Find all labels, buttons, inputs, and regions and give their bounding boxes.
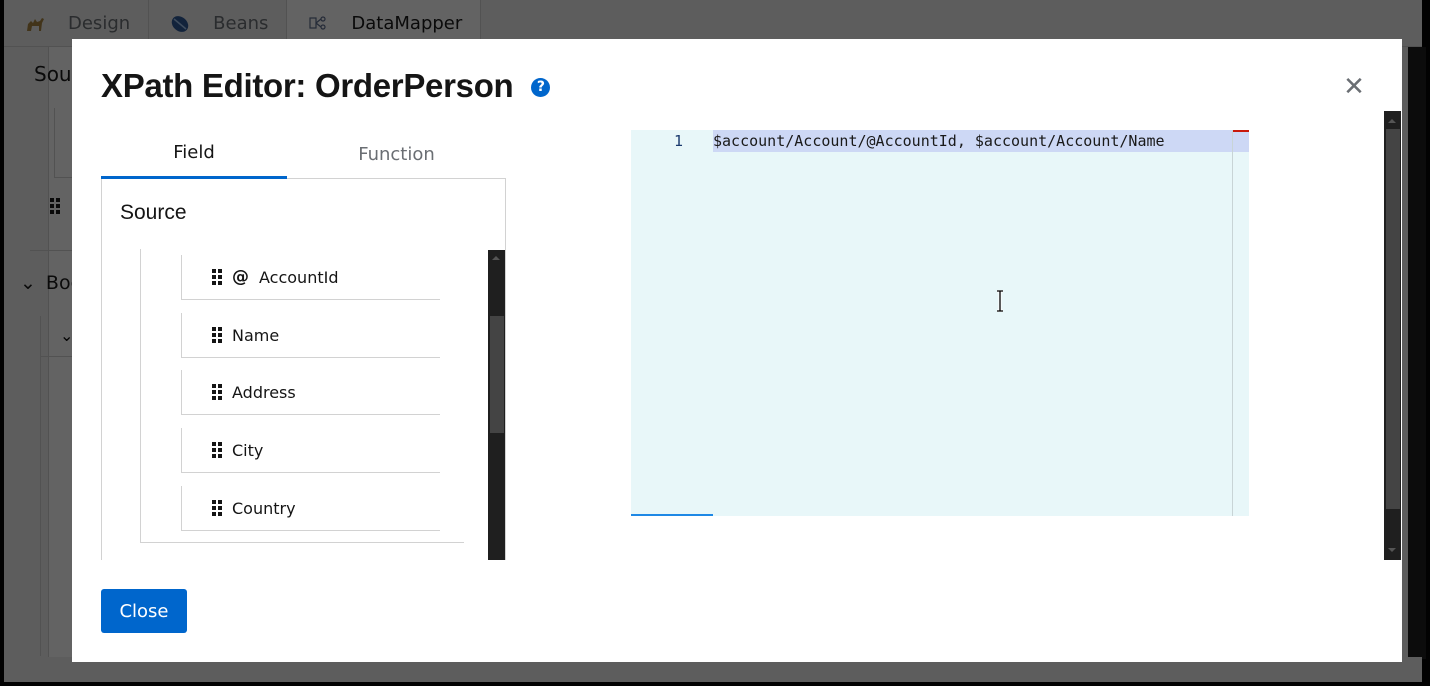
- help-icon[interactable]: ?: [531, 77, 551, 97]
- field-label: Country: [232, 498, 296, 518]
- scrollbar-thumb[interactable]: [490, 316, 504, 433]
- line-number: 1: [673, 132, 683, 150]
- tab-field[interactable]: Field: [101, 129, 287, 179]
- scrollbar-thumb[interactable]: [1386, 129, 1400, 509]
- grip-icon: [212, 500, 222, 516]
- scroll-up-icon[interactable]: [1388, 119, 1396, 123]
- source-field-address[interactable]: Address: [181, 370, 440, 415]
- scroll-down-icon[interactable]: [1388, 548, 1396, 552]
- source-field-accountid[interactable]: @ AccountId: [181, 255, 440, 300]
- close-icon[interactable]: ✕: [1342, 72, 1366, 102]
- xpath-editor-modal: XPath Editor: OrderPerson ? ✕ Field Func…: [72, 39, 1402, 662]
- modal-title: XPath Editor: OrderPerson: [101, 67, 514, 104]
- field-label: Address: [232, 382, 296, 402]
- grip-icon: [212, 442, 222, 458]
- source-panel: Source @ AccountId Name Address City Cou…: [101, 179, 506, 560]
- field-label: AccountId: [259, 267, 339, 287]
- tab-function[interactable]: Function: [287, 129, 506, 179]
- field-label: Name: [232, 325, 280, 345]
- modal-scrollbar[interactable]: [1384, 111, 1401, 560]
- source-field-country[interactable]: Country: [181, 486, 440, 531]
- source-field-city[interactable]: City: [181, 428, 440, 473]
- scroll-up-icon[interactable]: [492, 256, 500, 260]
- source-scrollbar[interactable]: [488, 250, 505, 560]
- source-title: Source: [120, 201, 187, 224]
- source-field-name[interactable]: Name: [181, 313, 440, 358]
- code-line[interactable]: $account/Account/@AccountId, $account/Ac…: [713, 130, 1233, 152]
- line-highlight: [1233, 130, 1249, 152]
- field-label: City: [232, 440, 264, 460]
- source-tree: @ AccountId Name Address City Country: [140, 249, 464, 543]
- focus-indicator: [631, 514, 713, 516]
- grip-icon: [212, 327, 222, 343]
- attribute-icon: @: [232, 267, 249, 287]
- grip-icon: [212, 384, 222, 400]
- error-marker: [1233, 130, 1249, 132]
- close-button[interactable]: Close: [101, 589, 187, 633]
- grip-icon: [212, 269, 222, 285]
- xpath-code-editor[interactable]: 1 $account/Account/@AccountId, $account/…: [631, 130, 1249, 516]
- modal-header: XPath Editor: OrderPerson ?: [101, 67, 551, 105]
- text-cursor-icon: [997, 290, 1003, 312]
- editor-tabs: Field Function: [101, 129, 506, 179]
- print-margin: [1232, 130, 1233, 516]
